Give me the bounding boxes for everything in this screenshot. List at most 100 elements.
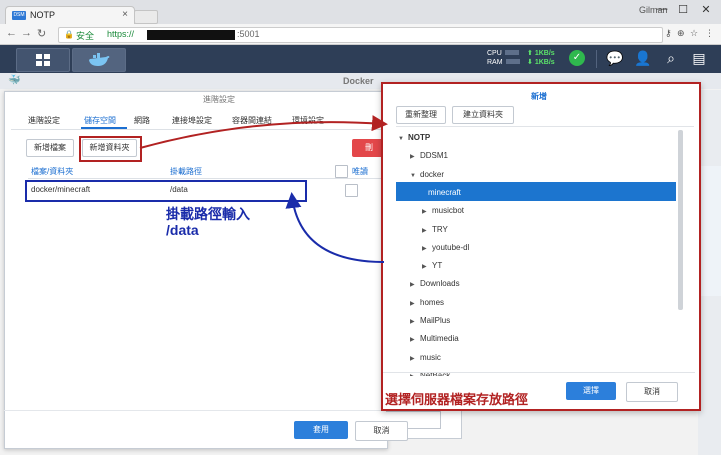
tree-node-label: NOTP <box>408 133 431 142</box>
docker-taskbar-button[interactable] <box>72 48 126 72</box>
picker-footer-divider <box>383 372 695 373</box>
picker-cancel-button[interactable]: 取消 <box>626 382 678 402</box>
dialog-footer-divider <box>4 410 386 411</box>
tree-node[interactable]: ▶ musicbot <box>422 202 464 219</box>
tab-storage[interactable]: 儲存空間 <box>84 115 116 126</box>
minimize-button[interactable]: — <box>655 3 669 15</box>
bookmark-star-icon[interactable]: ☆ <box>690 28 698 39</box>
grid-icon <box>36 54 50 66</box>
tab-close-icon[interactable]: × <box>122 9 128 20</box>
collapse-right-icon[interactable]: ▶ <box>410 314 420 331</box>
refresh-button[interactable]: 重新整理 <box>396 106 446 124</box>
tab-network[interactable]: 網路 <box>134 115 150 126</box>
docker-small-icon: 🐳 <box>8 75 21 86</box>
tree-node-label: youtube-dl <box>432 243 470 252</box>
collapse-right-icon[interactable]: ▶ <box>422 241 432 258</box>
docker-whale-icon <box>89 52 110 66</box>
tab-divider <box>11 129 386 130</box>
new-tab-button[interactable] <box>134 10 158 24</box>
tree-node[interactable]: ▶ TRY <box>422 221 448 238</box>
tab-links[interactable]: 容器間連結 <box>232 115 272 126</box>
tree-node-label: DDSM1 <box>420 151 449 160</box>
download-speed: 1KB/s <box>534 59 555 66</box>
browser-menu-icon[interactable]: ⋮ <box>705 28 714 39</box>
browser-tab[interactable]: DSM NOTP × <box>5 6 135 25</box>
mount-path-note-value: /data <box>166 222 199 238</box>
tree-scrollbar[interactable] <box>678 130 683 310</box>
collapse-right-icon[interactable]: ▶ <box>422 259 432 276</box>
collapse-right-icon[interactable]: ▶ <box>410 149 420 166</box>
status-ok-icon[interactable]: ✓ <box>569 50 585 66</box>
tree-node-label: Downloads <box>420 279 460 288</box>
key-icon[interactable]: ⚷ <box>665 28 672 39</box>
col-header-readonly[interactable]: 唯讀 <box>352 166 368 177</box>
dsm-favicon-icon: DSM <box>12 11 26 20</box>
tree-node-selected[interactable]: minecraft <box>418 184 461 201</box>
ram-label: RAM <box>487 59 503 66</box>
collapse-right-icon[interactable]: ▶ <box>410 332 420 349</box>
tree-node[interactable]: ▶ Multimedia <box>410 330 459 347</box>
col-header-mount-path[interactable]: 掛載路徑 <box>170 166 202 177</box>
upload-speed: 1KB/s <box>534 50 555 57</box>
close-window-button[interactable]: ✕ <box>699 3 713 16</box>
search-icon[interactable]: ⌕ <box>660 47 682 69</box>
tree-node-label: music <box>420 353 441 362</box>
picker-divider <box>396 126 694 127</box>
tab-environment[interactable]: 環境設定 <box>292 115 324 126</box>
user-icon[interactable]: 👤 <box>632 47 654 69</box>
widgets-icon[interactable]: ▤ <box>688 47 710 69</box>
tree-node[interactable]: ▶ Downloads <box>410 275 460 292</box>
tree-node[interactable]: ▶ music <box>410 349 441 366</box>
tab-port-settings[interactable]: 連接埠設定 <box>172 115 212 126</box>
tree-node[interactable]: ▶ MailPlus <box>410 312 450 329</box>
tree-node-label: MailPlus <box>420 316 451 325</box>
docker-list-background <box>698 90 721 455</box>
tree-node-label: musicbot <box>432 206 465 215</box>
zoom-icon[interactable]: ⊕ <box>677 28 685 39</box>
main-menu-button[interactable] <box>16 48 70 72</box>
tree-node-label: Multimedia <box>420 334 459 343</box>
cancel-button[interactable]: 取消 <box>355 421 408 441</box>
highlight-box-row <box>25 180 307 202</box>
maximize-button[interactable]: ☐ <box>676 3 690 16</box>
tree-node-label: homes <box>420 298 445 307</box>
select-button[interactable]: 選擇 <box>566 382 616 400</box>
tree-node-label: minecraft <box>428 188 461 197</box>
readonly-checkbox[interactable] <box>345 184 358 197</box>
collapse-right-icon[interactable]: ▶ <box>410 351 420 368</box>
secure-label: 安全 <box>76 31 95 41</box>
apply-button[interactable]: 套用 <box>294 421 348 439</box>
collapse-right-icon[interactable]: ▶ <box>422 223 432 240</box>
back-arrow-icon[interactable]: ← <box>6 27 17 39</box>
header-divider-line <box>28 178 386 179</box>
tree-node[interactable]: ▶ youtube-dl <box>422 239 469 256</box>
reload-icon[interactable]: ↻ <box>37 27 46 40</box>
expand-down-icon[interactable]: ▼ <box>398 131 408 148</box>
resource-meter: CPU RAM <box>487 49 520 67</box>
chat-bubble-icon[interactable]: 💬 <box>604 47 626 69</box>
tree-node[interactable]: ▶ YT <box>422 257 442 274</box>
tree-node[interactable]: ▶ DDSM1 <box>410 147 448 164</box>
add-file-button[interactable]: 新增檔案 <box>26 139 74 157</box>
cpu-label: CPU <box>487 50 502 57</box>
tree-node[interactable]: ▼ NOTP <box>398 129 430 146</box>
expand-down-icon[interactable]: ▼ <box>410 168 420 185</box>
create-folder-button[interactable]: 建立資料夾 <box>452 106 514 124</box>
tree-node-label: YT <box>432 261 443 270</box>
url-input[interactable]: 🔒 安全 https:// :5001 <box>58 27 663 43</box>
dialog-title: 進階設定 <box>203 95 235 104</box>
tree-node-label: TRY <box>432 225 448 234</box>
collapse-right-icon[interactable]: ▶ <box>410 296 420 313</box>
lock-icon: 🔒 <box>64 30 74 39</box>
tree-node[interactable]: ▶ homes <box>410 294 444 311</box>
tab-title: NOTP <box>30 10 56 20</box>
tree-node[interactable]: ▼ docker <box>410 166 444 183</box>
collapse-right-icon[interactable]: ▶ <box>422 204 432 221</box>
highlight-box-add-folder <box>79 136 142 162</box>
url-protocol: https:// <box>107 29 135 39</box>
forward-arrow-icon[interactable]: → <box>21 27 32 39</box>
collapse-right-icon[interactable]: ▶ <box>410 277 420 294</box>
tab-advanced[interactable]: 進階設定 <box>28 115 60 126</box>
col-header-folder[interactable]: 檔案/資料夾 <box>31 166 73 177</box>
readonly-header-checkbox[interactable] <box>335 165 348 178</box>
